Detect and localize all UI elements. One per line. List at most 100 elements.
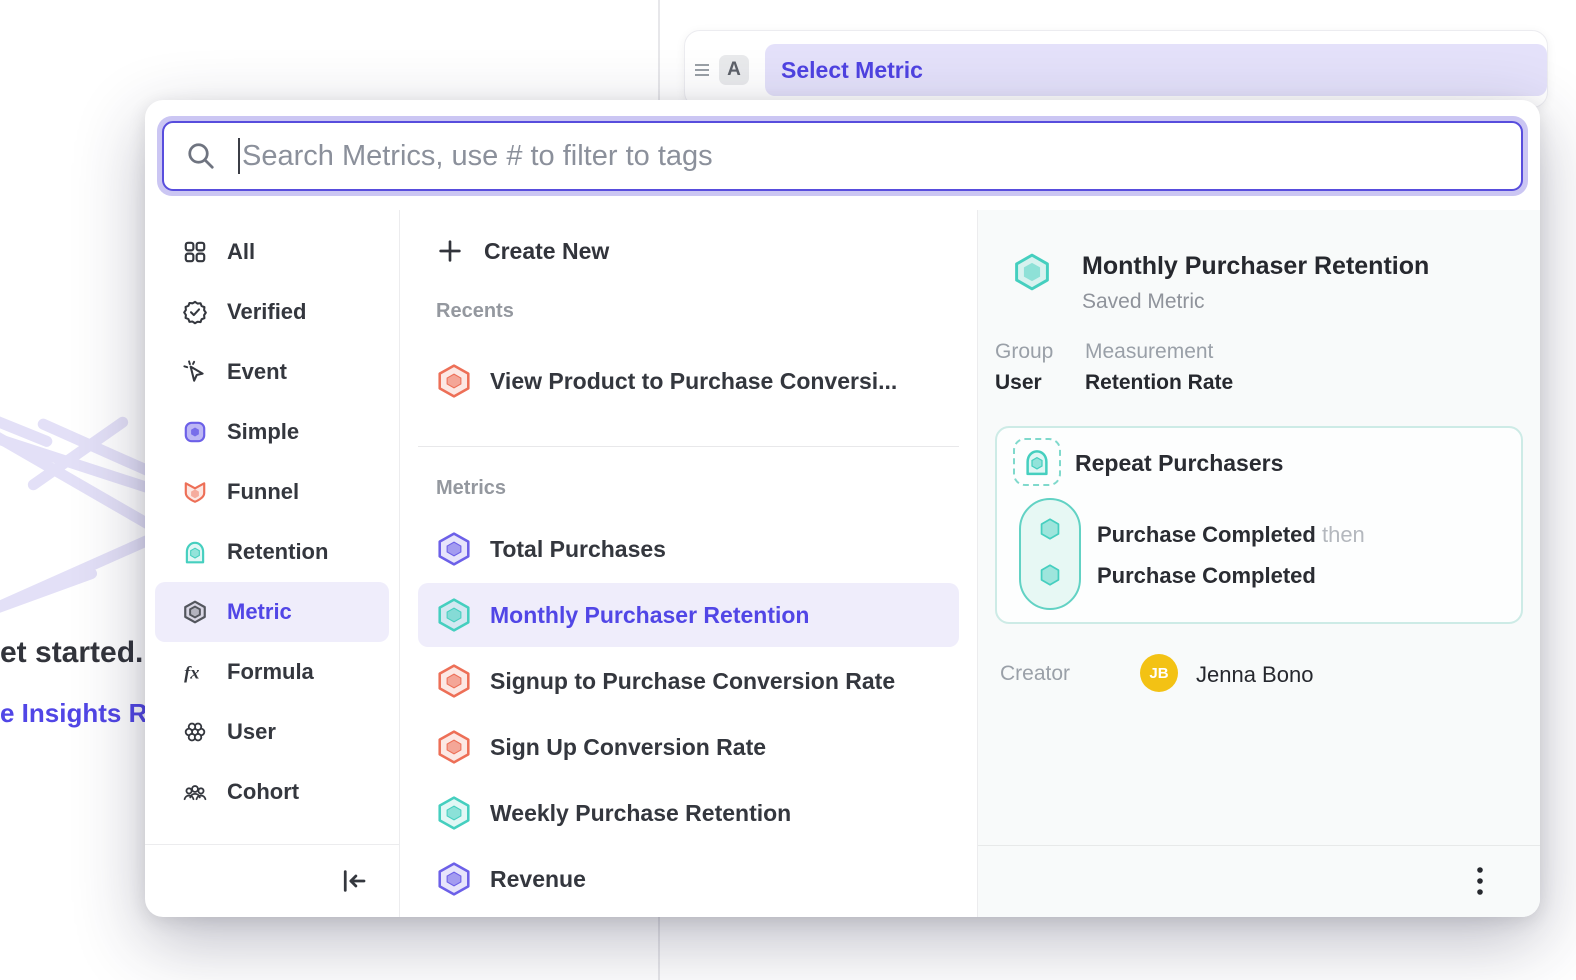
search-field[interactable] <box>162 121 1523 191</box>
sidebar-item-event[interactable]: Event <box>145 342 399 402</box>
metric-item-sign-up-conversion[interactable]: Sign Up Conversion Rate <box>418 715 959 779</box>
create-new-label: Create New <box>484 238 609 265</box>
drag-handle-icon[interactable] <box>693 60 711 80</box>
text-cursor <box>238 138 240 174</box>
retention-metric-hexagon-icon <box>436 795 472 831</box>
retention-arch-icon <box>1022 447 1052 477</box>
sidebar-item-label: Verified <box>227 299 306 325</box>
sidebar-item-formula[interactable]: fx Formula <box>145 642 399 702</box>
verified-badge-icon <box>182 299 208 325</box>
metric-item-label: Total Purchases <box>490 536 666 563</box>
metric-item-signup-to-purchase[interactable]: Signup to Purchase Conversion Rate <box>418 649 959 713</box>
metric-item-label: Weekly Purchase Retention <box>490 800 791 827</box>
sidebar-item-label: Funnel <box>227 479 299 505</box>
funnel-metric-hexagon-icon <box>436 663 472 699</box>
measurement-label: Measurement <box>1085 340 1233 364</box>
formula-icon: fx <box>182 659 208 685</box>
sidebar-item-label: Retention <box>227 539 328 565</box>
metric-item-total-purchases[interactable]: Total Purchases <box>418 517 959 581</box>
metric-picker-modal: All Verified Event <box>145 100 1540 917</box>
sidebar-item-label: Event <box>227 359 287 385</box>
sidebar-item-label: User <box>227 719 276 745</box>
sidebar-item-label: Formula <box>227 659 314 685</box>
measurement-value: Retention Rate <box>1085 371 1233 395</box>
card-title: Repeat Purchasers <box>1075 450 1283 477</box>
retention-step-2: Purchase Completed <box>1097 563 1316 589</box>
metric-item-weekly-purchase-retention[interactable]: Weekly Purchase Retention <box>418 781 959 845</box>
metric-item-revenue[interactable]: Revenue <box>418 847 959 911</box>
creator-label: Creator <box>1000 662 1070 686</box>
sidebar-item-verified[interactable]: Verified <box>145 282 399 342</box>
event-metric-hexagon-icon <box>436 861 472 897</box>
sidebar-footer <box>145 844 399 917</box>
select-metric-label: Select Metric <box>781 57 923 84</box>
funnel-icon <box>182 479 208 505</box>
detail-title: Monthly Purchaser Retention <box>1082 252 1429 281</box>
sidebar-item-label: Cohort <box>227 779 299 805</box>
group-value: User <box>995 371 1085 395</box>
kebab-menu-icon <box>1475 865 1485 899</box>
sidebar-item-all[interactable]: All <box>145 222 399 282</box>
sidebar-item-cohort[interactable]: Cohort <box>145 762 399 822</box>
metrics-section-title: Metrics <box>436 477 977 503</box>
sidebar-item-label: Simple <box>227 419 299 445</box>
step-event-name: Purchase Completed <box>1097 522 1316 547</box>
sidebar-item-metric[interactable]: Metric <box>155 582 389 642</box>
sidebar-item-funnel[interactable]: Funnel <box>145 462 399 522</box>
grid-icon <box>182 239 208 265</box>
retention-icon <box>182 539 208 565</box>
metric-item-label: View Product to Purchase Conversi... <box>490 368 897 395</box>
metric-hexagon-icon <box>182 599 208 625</box>
create-new-button[interactable]: Create New <box>400 222 977 280</box>
creator-avatar: JB <box>1140 654 1178 692</box>
metric-item-label: Revenue <box>490 866 586 893</box>
metric-item-label: Monthly Purchaser Retention <box>490 602 809 629</box>
more-options-button[interactable] <box>1464 864 1496 900</box>
filter-sidebar: All Verified Event <box>145 210 400 917</box>
screen: et started. e Insights Re A Select Metri… <box>0 0 1576 980</box>
creator-name: Jenna Bono <box>1196 662 1313 688</box>
metric-item-monthly-purchaser-retention[interactable]: Monthly Purchaser Retention <box>418 583 959 647</box>
sidebar-item-label: Metric <box>227 599 292 625</box>
event-sequence-capsule <box>1019 498 1081 610</box>
retention-step-1: Purchase Completed then <box>1097 522 1365 548</box>
list-divider <box>418 446 959 447</box>
search-icon <box>186 141 216 171</box>
metric-list-column: Create New Recents View Product to Purch… <box>400 210 978 917</box>
search-input[interactable] <box>242 140 1499 173</box>
event-cursor-icon <box>182 359 208 385</box>
recent-metric-item[interactable]: View Product to Purchase Conversi... <box>418 352 959 410</box>
metric-detail-panel: Monthly Purchaser Retention Saved Metric… <box>978 210 1540 917</box>
metric-item-label: Signup to Purchase Conversion Rate <box>490 668 895 695</box>
collapse-icon <box>339 866 369 896</box>
sidebar-item-user[interactable]: User <box>145 702 399 762</box>
funnel-metric-hexagon-icon <box>436 363 472 399</box>
insights-report-link[interactable]: e Insights Re <box>0 698 162 729</box>
simple-metric-icon <box>182 419 208 445</box>
detail-meta: Group User Measurement Retention Rate <box>995 340 1233 395</box>
sidebar-item-retention[interactable]: Retention <box>145 522 399 582</box>
step-event-name: Purchase Completed <box>1097 563 1316 588</box>
retention-metric-hexagon-icon <box>436 597 472 633</box>
query-builder-row: A Select Metric <box>684 30 1548 108</box>
group-label: Group <box>995 340 1085 364</box>
search-ring <box>157 116 1528 196</box>
user-cluster-icon <box>182 719 208 745</box>
event-hexagon-icon <box>1037 562 1063 588</box>
sidebar-item-simple[interactable]: Simple <box>145 402 399 462</box>
event-hexagon-icon <box>1037 516 1063 542</box>
plus-icon <box>436 237 464 265</box>
cohort-people-icon <box>182 779 208 805</box>
detail-footer <box>978 845 1540 917</box>
recents-section-title: Recents <box>436 300 977 326</box>
metric-letter-badge: A <box>719 55 749 85</box>
metric-item-label: Sign Up Conversion Rate <box>490 734 766 761</box>
collapse-sidebar-button[interactable] <box>337 864 371 898</box>
select-metric-button[interactable]: Select Metric <box>765 44 1547 96</box>
then-word: then <box>1322 522 1365 547</box>
detail-subtitle: Saved Metric <box>1082 290 1205 314</box>
sidebar-item-label: All <box>227 239 255 265</box>
funnel-metric-hexagon-icon <box>436 729 472 765</box>
repeat-purchasers-icon <box>1013 438 1061 486</box>
event-metric-hexagon-icon <box>436 531 472 567</box>
